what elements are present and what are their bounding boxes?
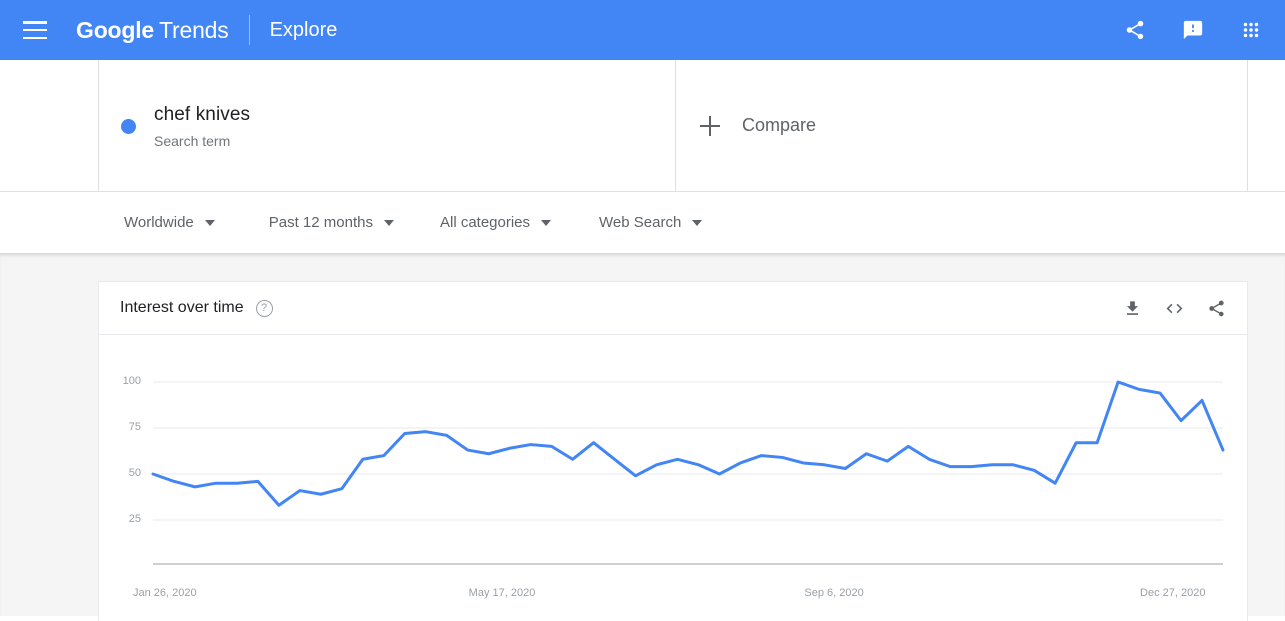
help-circle-icon[interactable]: ?: [255, 299, 273, 317]
chart-canvas: [151, 380, 1225, 565]
appbar-divider: [248, 15, 250, 45]
add-comparison-button[interactable]: Compare: [676, 60, 1248, 191]
share-icon[interactable]: [1203, 295, 1229, 321]
apps-grid-icon[interactable]: [1234, 13, 1268, 47]
card-actions: [1119, 295, 1229, 321]
x-axis-tick-label: Dec 27, 2020: [1140, 587, 1206, 599]
filter-category-label: All categories: [439, 214, 531, 231]
brand-google: Google: [76, 16, 155, 43]
embed-code-icon[interactable]: [1161, 295, 1187, 321]
filter-time-range[interactable]: Past 12 months: [269, 214, 394, 231]
chevron-down-icon: [692, 219, 703, 226]
explore-nav-item[interactable]: Explore: [270, 19, 338, 42]
y-axis-tick-label: 50: [128, 467, 141, 479]
filter-location[interactable]: Worldwide: [124, 214, 215, 231]
filter-category[interactable]: All categories: [439, 214, 552, 231]
search-term-card[interactable]: chef knives Search term: [98, 60, 676, 191]
x-axis-tick-label: Sep 6, 2020: [804, 587, 864, 599]
filter-location-label: Worldwide: [124, 214, 194, 231]
hamburger-line: [23, 36, 47, 39]
download-icon[interactable]: [1119, 295, 1145, 321]
interest-over-time-chart[interactable]: 100 75 50 25 Jan 26, 2020 May 17, 2020 Sep 6,…: [99, 335, 1247, 621]
chart-line-series: [151, 380, 1225, 507]
page-title: Interest over time: [120, 299, 244, 316]
chevron-down-icon: [541, 219, 552, 226]
search-term-label: chef knives: [154, 103, 251, 125]
search-term-type: Search term: [154, 132, 231, 149]
x-axis-tick-label: Jan 26, 2020: [133, 587, 197, 599]
compare-label: Compare: [742, 115, 817, 135]
filter-bar: Worldwide Past 12 months All categories …: [0, 192, 1285, 254]
brand-trends: Trends: [159, 16, 229, 43]
series-color-dot: [121, 119, 136, 134]
filter-search-type-label: Web Search: [599, 214, 682, 231]
y-axis-tick-label: 100: [122, 375, 141, 387]
search-terms-row: chef knives Search term Compare: [0, 60, 1285, 192]
hamburger-icon[interactable]: [23, 21, 47, 39]
share-icon[interactable]: [1118, 13, 1152, 47]
y-axis-tick-label: 25: [128, 513, 141, 525]
filter-search-type[interactable]: Web Search: [599, 214, 703, 231]
x-axis-tick-label: May 17, 2020: [468, 587, 536, 599]
chevron-down-icon: [204, 219, 215, 226]
filter-time-range-label: Past 12 months: [268, 214, 373, 231]
search-term-text: chef knives Search term: [154, 102, 250, 150]
brand-logo[interactable]: Google Trends: [76, 17, 229, 44]
feedback-icon[interactable]: [1176, 13, 1210, 47]
hamburger-line: [23, 21, 47, 24]
appbar-actions: [1118, 13, 1268, 47]
left-gutter: [0, 60, 98, 191]
hamburger-line: [23, 28, 47, 32]
app-bar: Google Trends Explore: [0, 0, 1285, 60]
card-header: Interest over time ?: [99, 282, 1247, 335]
page-body: Interest over time ? 100 75 50 25 Jan 26…: [0, 254, 1285, 621]
chevron-down-icon: [383, 219, 394, 226]
interest-over-time-card: Interest over time ? 100 75 50 25 Jan 26…: [98, 281, 1248, 621]
y-axis-tick-label: 75: [128, 421, 141, 433]
plus-icon: [700, 115, 720, 136]
